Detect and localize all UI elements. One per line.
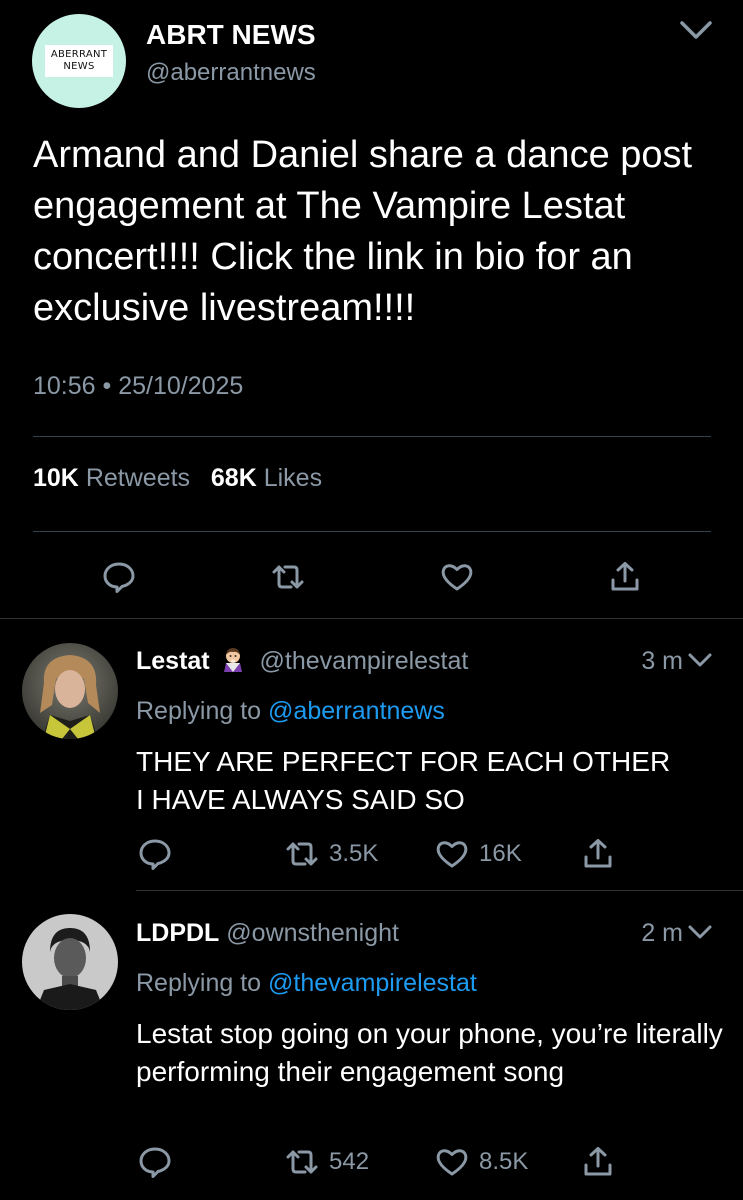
avatar-lestat[interactable] xyxy=(22,643,118,739)
chevron-down-icon[interactable] xyxy=(687,923,713,943)
aberrant-news-logo: ABERRANT NEWS xyxy=(44,45,114,77)
display-name[interactable]: LDPDL xyxy=(136,919,219,947)
chevron-down-icon[interactable] xyxy=(687,651,713,671)
reply-icon xyxy=(139,839,171,870)
mention-link[interactable]: @thevampirelestat xyxy=(268,969,477,997)
reply-header: LDPDL @ownsthenight xyxy=(136,917,399,949)
retweets-label[interactable]: Retweets xyxy=(86,464,190,492)
like-count: 8.5K xyxy=(479,1148,529,1175)
reply-time: 3 m xyxy=(641,647,683,675)
retweet-icon[interactable] xyxy=(271,560,305,594)
tweet-text: Armand and Daniel share a dance post eng… xyxy=(33,134,693,329)
tweet-stats: 10K Retweets 68K Likes xyxy=(33,462,322,494)
reply-time: 2 m xyxy=(641,919,683,947)
share-icon xyxy=(584,839,612,868)
display-name[interactable]: Lestat xyxy=(136,647,210,675)
logo-line-1: ABERRANT xyxy=(50,49,108,60)
replying-label: Replying to xyxy=(136,969,262,997)
like-button[interactable]: 8.5K xyxy=(435,1145,528,1179)
reply-header: Lestat @thevampirelestat xyxy=(136,645,468,677)
chevron-down-icon[interactable] xyxy=(679,18,713,44)
avatar-ldpdl[interactable] xyxy=(22,914,118,1010)
mention-link[interactable]: @aberrantnews xyxy=(268,697,445,725)
like-button[interactable]: 16K xyxy=(435,837,522,871)
user-handle[interactable]: @thevampirelestat xyxy=(260,647,469,675)
user-handle[interactable]: @aberrantnews xyxy=(146,58,316,88)
divider xyxy=(33,436,711,437)
logo-line-2: NEWS xyxy=(63,61,95,72)
main-tweet: ABERRANT NEWS ABRT NEWS @aberrantnews Ar… xyxy=(0,0,743,618)
like-icon[interactable] xyxy=(440,560,474,594)
retweet-count: 3.5K xyxy=(329,840,379,867)
like-icon xyxy=(436,1149,468,1176)
reply-text: Lestat stop going on your phone, you’re … xyxy=(136,1018,723,1087)
reply-text: THEY ARE PERFECT FOR EACH OTHER I HAVE A… xyxy=(136,743,726,819)
user-handle[interactable]: @ownsthenight xyxy=(226,919,399,947)
reply-button[interactable] xyxy=(138,1145,172,1179)
replying-to: Replying to @thevampirelestat xyxy=(136,967,477,999)
divider xyxy=(33,531,711,532)
like-icon xyxy=(436,841,468,868)
reply-text-line: THEY ARE PERFECT FOR EACH OTHER xyxy=(136,746,671,777)
retweet-button[interactable]: 542 xyxy=(285,1145,369,1179)
replying-to: Replying to @aberrantnews xyxy=(136,695,445,727)
vampire-emoji-icon xyxy=(221,646,245,672)
like-count: 16K xyxy=(479,840,522,867)
retweet-count: 542 xyxy=(329,1148,370,1175)
avatar-aberrant-news[interactable]: ABERRANT NEWS xyxy=(32,14,126,108)
reply-tweet[interactable]: LDPDL @ownsthenight 2 m Replying to @the… xyxy=(0,891,743,1200)
reply-icon xyxy=(139,1147,171,1178)
replying-label: Replying to xyxy=(136,697,262,725)
likes-label[interactable]: Likes xyxy=(264,464,322,492)
likes-count[interactable]: 68K xyxy=(211,464,257,492)
retweets-count[interactable]: 10K xyxy=(33,464,79,492)
reply-button[interactable] xyxy=(138,837,172,871)
retweet-icon xyxy=(286,842,318,866)
reply-tweet[interactable]: Lestat @thevampirelestat 3 m Replying to… xyxy=(0,619,743,890)
share-button[interactable] xyxy=(581,1145,615,1179)
share-icon[interactable] xyxy=(608,560,642,594)
retweet-button[interactable]: 3.5K xyxy=(285,837,378,871)
display-name[interactable]: ABRT NEWS xyxy=(146,18,316,52)
share-button[interactable] xyxy=(581,837,615,871)
share-icon xyxy=(584,1147,612,1176)
reply-text-line: I HAVE ALWAYS SAID SO xyxy=(136,784,465,815)
reply-icon[interactable] xyxy=(102,560,136,594)
tweet-timestamp: 10:56 • 25/10/2025 xyxy=(33,372,244,400)
retweet-icon xyxy=(286,1150,318,1174)
